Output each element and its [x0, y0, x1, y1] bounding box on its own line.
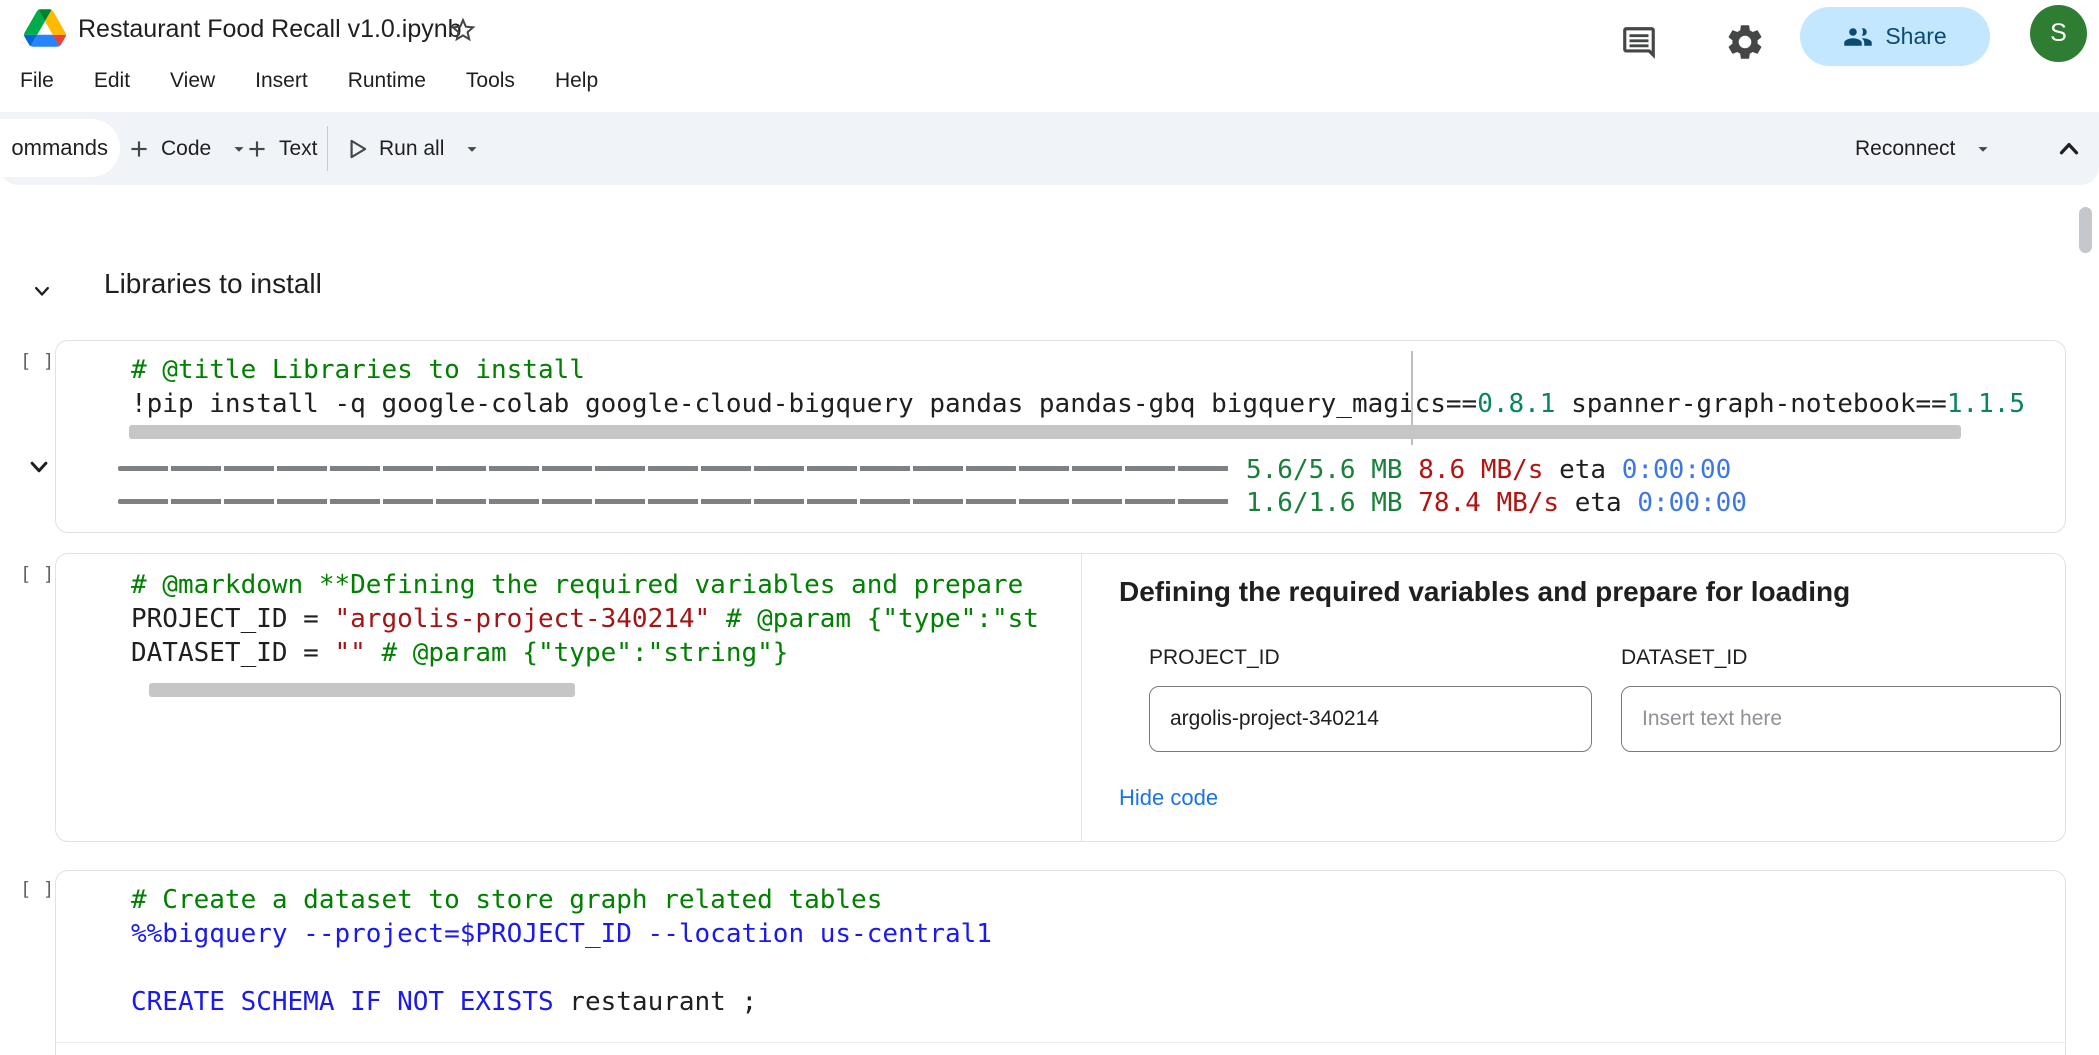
project-id-input[interactable]	[1149, 686, 1592, 752]
progress-bar	[118, 466, 1229, 471]
cell2-horizontal-scrollbar[interactable]	[149, 683, 575, 697]
cell2-run-gutter[interactable]: [ ]	[20, 563, 54, 585]
menu-insert[interactable]: Insert	[255, 69, 308, 93]
menu-edit[interactable]: Edit	[94, 69, 130, 93]
cell3-editor-separator	[56, 1042, 2065, 1043]
cell2-code-editor[interactable]: # @markdown **Defining the required vari…	[131, 568, 1039, 670]
menu-runtime[interactable]: Runtime	[348, 69, 426, 93]
add-code-button[interactable]: Code	[126, 112, 250, 185]
progress-bar	[118, 499, 1229, 504]
people-icon	[1843, 22, 1873, 52]
project-id-label: PROJECT_ID	[1149, 646, 1280, 670]
chevron-down-icon	[461, 138, 483, 160]
plus-icon	[126, 136, 152, 162]
notebook-title[interactable]: Restaurant Food Recall v1.0.ipynb	[78, 15, 462, 44]
chevron-down-icon	[1972, 138, 1994, 160]
code-cell-2: # @markdown **Defining the required vari…	[55, 553, 2066, 842]
menu-view[interactable]: View	[170, 69, 215, 93]
cell1-horizontal-scrollbar[interactable]	[129, 425, 1961, 439]
commands-label: ommands	[11, 135, 108, 161]
header: Restaurant Food Recall v1.0.ipynb Share …	[0, 0, 2099, 62]
cell3-run-gutter[interactable]: [ ]	[20, 878, 54, 900]
menu-bar: File Edit View Insert Runtime Tools Help	[20, 62, 598, 100]
comment-icon[interactable]	[1620, 24, 1658, 62]
toolbar: ommands Code Text Run all Reconnect	[0, 112, 2099, 185]
run-all-button[interactable]: Run all	[344, 112, 483, 185]
cell1-code-editor[interactable]: # @title Libraries to install!pip instal…	[131, 353, 2025, 421]
add-text-button[interactable]: Text	[244, 112, 318, 185]
chevron-down-icon	[24, 452, 54, 482]
star-icon[interactable]	[448, 15, 478, 45]
dataset-id-label: DATASET_ID	[1621, 646, 1747, 670]
menu-file[interactable]: File	[20, 69, 54, 93]
share-label: Share	[1885, 23, 1946, 50]
commands-button[interactable]: ommands	[0, 119, 120, 177]
section-title: Libraries to install	[104, 268, 322, 300]
section-collapse-icon[interactable]	[28, 277, 56, 305]
code-cell-1: # @title Libraries to install!pip instal…	[55, 340, 2066, 533]
settings-gear-icon[interactable]	[1724, 21, 1766, 63]
colab-app: Restaurant Food Recall v1.0.ipynb Share …	[0, 0, 2099, 1055]
plus-icon	[244, 136, 270, 162]
chevron-down-icon	[28, 277, 56, 305]
toolbar-divider	[327, 126, 328, 171]
avatar[interactable]: S	[2030, 5, 2087, 62]
form-panel: Defining the required variables and prep…	[1081, 554, 2065, 841]
menu-help[interactable]: Help	[555, 69, 598, 93]
reconnect-button[interactable]: Reconnect	[1855, 112, 1994, 185]
code-cell-3: # Create a dataset to store graph relate…	[55, 870, 2066, 1055]
share-button[interactable]: Share	[1800, 7, 1990, 66]
cell1-run-gutter[interactable]: [ ]	[20, 350, 54, 372]
pip-output-line: 1.6/1.6 MB 78.4 MB/s eta 0:00:00	[1246, 487, 1747, 519]
hide-code-link[interactable]: Hide code	[1119, 785, 1218, 811]
drive-logo-icon	[24, 9, 66, 47]
cell3-code-editor[interactable]: # Create a dataset to store graph relate…	[131, 883, 992, 1019]
vertical-scrollbar[interactable]	[2079, 207, 2092, 253]
chevron-up-icon	[2054, 134, 2084, 164]
pip-output-line: 5.6/5.6 MB 8.6 MB/s eta 0:00:00	[1246, 454, 1731, 486]
output-collapse-icon[interactable]	[24, 452, 54, 482]
collapse-toolbar-button[interactable]	[2054, 112, 2084, 185]
menu-tools[interactable]: Tools	[466, 69, 515, 93]
play-icon	[344, 136, 370, 162]
form-heading: Defining the required variables and prep…	[1119, 576, 1850, 608]
dataset-id-input[interactable]	[1621, 686, 2061, 752]
